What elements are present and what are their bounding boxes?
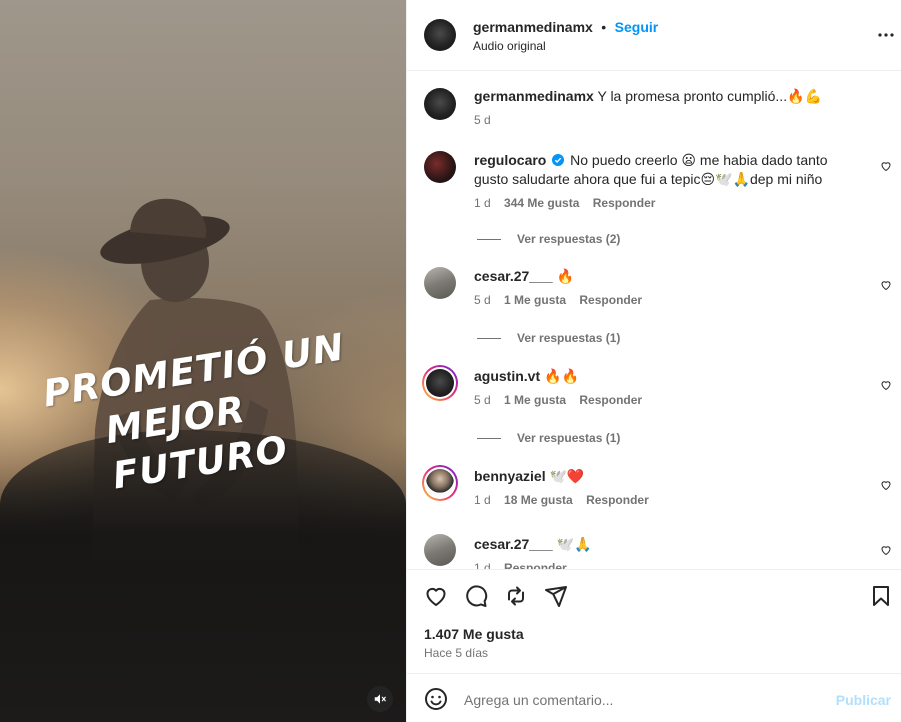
replies-divider	[477, 337, 501, 339]
comment-time[interactable]: 1 d	[474, 493, 491, 507]
comment-time[interactable]: 1 d	[474, 561, 491, 569]
publish-button[interactable]: Publicar	[836, 692, 891, 708]
comment-body: cesar.27___ 🕊️🙏	[474, 535, 844, 554]
comment-icon[interactable]	[464, 584, 488, 608]
commenter-avatar[interactable]	[424, 151, 456, 183]
comment-username[interactable]: agustin.vt	[474, 368, 540, 384]
reply-button[interactable]: Responder	[504, 561, 567, 569]
comment-meta: 1 d 18 Me gusta Responder	[474, 493, 649, 507]
post-sidebar: germanmedinamx • Seguir Audio original g…	[406, 0, 901, 722]
view-replies-button[interactable]: Ver respuestas (1)	[477, 431, 620, 445]
view-replies-button[interactable]: Ver respuestas (2)	[477, 232, 620, 246]
comment-like-heart-icon[interactable]	[880, 544, 892, 556]
add-comment-bar: Agrega un comentario... Publicar	[407, 673, 901, 722]
caption-item: germanmedinamx Y la promesa pronto cumpl…	[407, 71, 901, 141]
comment-text: 🔥	[556, 268, 574, 284]
author-line: germanmedinamx • Seguir	[473, 19, 658, 37]
comment-meta: 5 d 1 Me gusta Responder	[474, 293, 642, 307]
smiley-icon[interactable]	[424, 687, 448, 711]
view-replies-label: Ver respuestas (2)	[517, 232, 621, 246]
comment-body: regulocaro No puedo creerlo 😦 me habia d…	[474, 151, 844, 189]
comment-body: bennyaziel 🕊️❤️	[474, 467, 844, 486]
comment-meta: 5 d 1 Me gusta Responder	[474, 393, 642, 407]
comment-username[interactable]: cesar.27___	[474, 268, 553, 284]
comment-text: 🔥🔥	[544, 368, 579, 384]
reply-button[interactable]: Responder	[579, 393, 642, 407]
likes-count[interactable]: 1.407 Me gusta	[424, 626, 524, 642]
commenter-avatar	[426, 469, 454, 497]
view-replies-label: Ver respuestas (1)	[517, 331, 621, 345]
comment-time[interactable]: 5 d	[474, 293, 491, 307]
audio-label[interactable]: Audio original	[473, 39, 546, 53]
post-date[interactable]: Hace 5 días	[424, 646, 488, 660]
comment-likes[interactable]: 1 Me gusta	[504, 393, 566, 407]
comment-likes[interactable]: 344 Me gusta	[504, 196, 579, 210]
caption-avatar[interactable]	[424, 88, 456, 120]
separator-dot: •	[601, 19, 607, 35]
caption-username[interactable]: germanmedinamx	[474, 88, 594, 104]
commenter-avatar-story-ring[interactable]	[422, 465, 458, 501]
comment-likes[interactable]: 1 Me gusta	[504, 293, 566, 307]
view-replies-button[interactable]: Ver respuestas (1)	[477, 331, 620, 345]
send-icon[interactable]	[544, 584, 568, 608]
bookmark-icon[interactable]	[869, 584, 893, 608]
mute-button[interactable]	[367, 686, 393, 712]
author-avatar[interactable]	[424, 19, 456, 51]
speaker-muted-icon	[374, 694, 386, 704]
comment-like-heart-icon[interactable]	[880, 479, 892, 491]
caption-text-line: germanmedinamx Y la promesa pronto cumpl…	[474, 87, 874, 106]
comment-meta: 1 d 344 Me gusta Responder	[474, 196, 655, 210]
follow-button[interactable]: Seguir	[615, 19, 659, 35]
comment-like-heart-icon[interactable]	[880, 379, 892, 391]
reply-button[interactable]: Responder	[593, 196, 656, 210]
heart-icon[interactable]	[424, 584, 448, 608]
list-item: cesar.27___ 🕊️🙏 1 d Responder	[407, 523, 901, 569]
author-username[interactable]: germanmedinamx	[473, 19, 593, 35]
comment-input[interactable]: Agrega un comentario...	[464, 692, 613, 708]
caption-time[interactable]: 5 d	[474, 113, 491, 127]
post-media[interactable]: PROMETIÓ UN MEJOR FUTURO	[0, 0, 406, 722]
reply-button[interactable]: Responder	[579, 293, 642, 307]
commenter-avatar[interactable]	[424, 267, 456, 299]
comment-like-heart-icon[interactable]	[880, 160, 892, 172]
commenter-avatar	[426, 369, 454, 397]
list-item: agustin.vt 🔥🔥 5 d 1 Me gusta Responder V…	[407, 357, 901, 457]
comment-username[interactable]: regulocaro	[474, 152, 546, 168]
post-header: germanmedinamx • Seguir Audio original	[407, 0, 901, 71]
verified-badge-icon	[552, 154, 565, 166]
comment-time[interactable]: 5 d	[474, 393, 491, 407]
comment-text: 🕊️🙏	[556, 536, 592, 552]
reply-button[interactable]: Responder	[586, 493, 649, 507]
more-horizontal-icon[interactable]	[878, 28, 894, 42]
comments-list[interactable]: germanmedinamx Y la promesa pronto cumpl…	[407, 71, 901, 569]
list-item: bennyaziel 🕊️❤️ 1 d 18 Me gusta Responde…	[407, 457, 901, 523]
comment-username[interactable]: bennyaziel	[474, 468, 546, 484]
comment-time[interactable]: 1 d	[474, 196, 491, 210]
commenter-avatar-story-ring[interactable]	[422, 365, 458, 401]
replies-divider	[477, 437, 501, 439]
caption-text: Y la promesa pronto cumplió...🔥💪	[597, 88, 822, 104]
comment-like-heart-icon[interactable]	[880, 279, 892, 291]
comment-likes[interactable]: 18 Me gusta	[504, 493, 573, 507]
comment-body: cesar.27___ 🔥	[474, 267, 844, 286]
commenter-avatar[interactable]	[424, 534, 456, 566]
comment-username[interactable]: cesar.27___	[474, 536, 553, 552]
list-item: regulocaro No puedo creerlo 😦 me habia d…	[407, 141, 901, 257]
comment-body: agustin.vt 🔥🔥	[474, 367, 844, 386]
view-replies-label: Ver respuestas (1)	[517, 431, 621, 445]
comment-text: 🕊️❤️	[549, 468, 585, 484]
repost-icon[interactable]	[504, 584, 528, 608]
list-item: cesar.27___ 🔥 5 d 1 Me gusta Responder V…	[407, 257, 901, 357]
post-actions: 1.407 Me gusta Hace 5 días	[407, 569, 901, 673]
replies-divider	[477, 238, 501, 240]
comment-meta: 1 d Responder	[474, 561, 567, 569]
